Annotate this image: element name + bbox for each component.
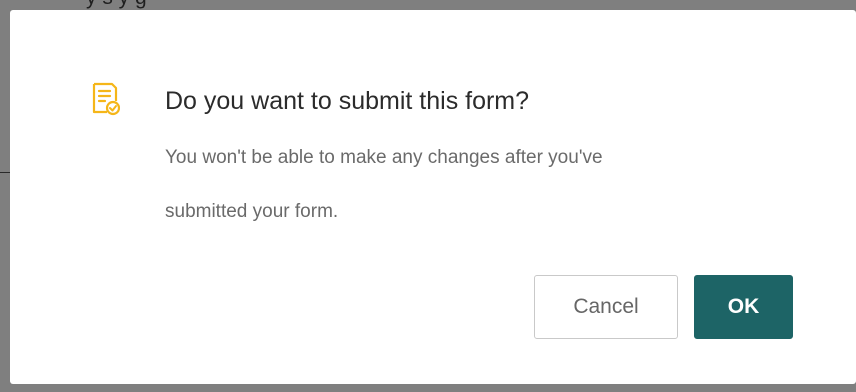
background-page-text: y s y g xyxy=(86,0,147,10)
dialog-message: You won't be able to make any changes af… xyxy=(165,144,805,252)
dialog-title: Do you want to submit this form? xyxy=(165,87,530,115)
ok-button[interactable]: OK xyxy=(694,275,793,339)
cancel-button[interactable]: Cancel xyxy=(534,275,678,339)
form-check-icon xyxy=(92,82,121,116)
dialog-message-line: submitted your form. xyxy=(165,201,339,222)
background-divider xyxy=(0,172,10,173)
confirm-submit-dialog: Do you want to submit this form? You won… xyxy=(10,10,856,384)
dialog-message-line: You won't be able to make any changes af… xyxy=(165,147,603,168)
